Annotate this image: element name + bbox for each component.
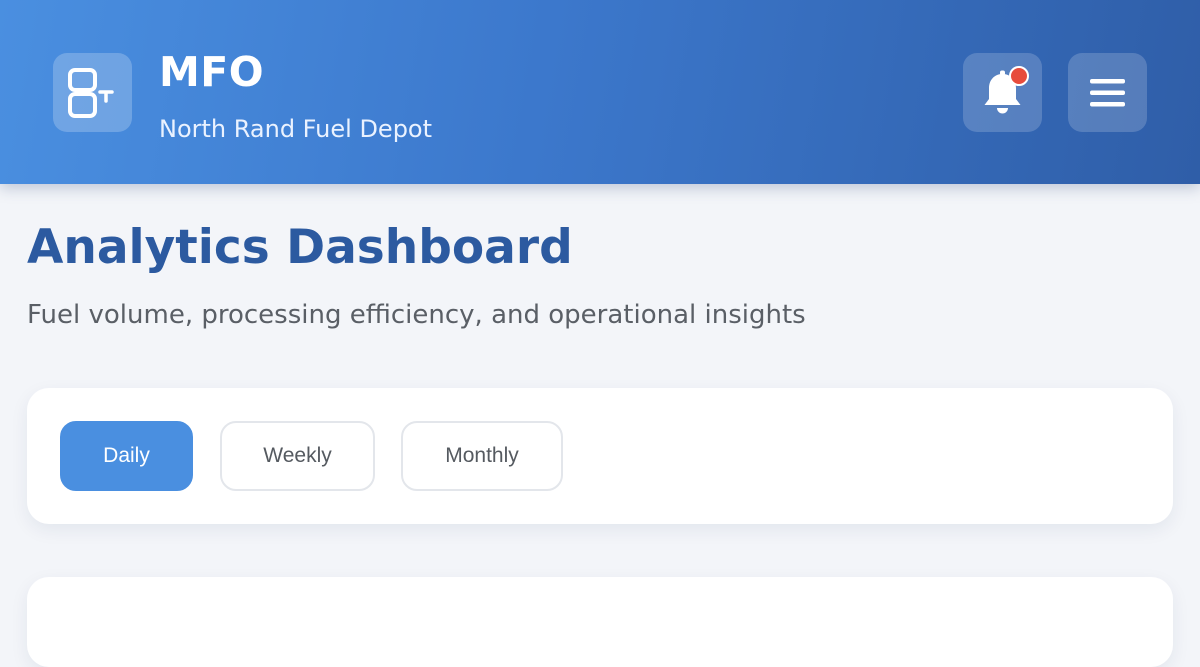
app-title: MFO — [159, 48, 265, 96]
notification-badge — [1009, 66, 1029, 86]
fuel-logo-icon — [53, 53, 132, 132]
page-subtitle: Fuel volume, processing efficiency, and … — [27, 300, 806, 330]
filter-daily-button[interactable]: Daily — [60, 421, 193, 491]
period-filter-card: Daily Weekly Monthly — [27, 388, 1173, 524]
page-title: Analytics Dashboard — [27, 220, 573, 275]
app-header: MFO North Rand Fuel Depot — [0, 0, 1200, 184]
filter-weekly-button[interactable]: Weekly — [220, 421, 375, 491]
menu-button[interactable] — [1068, 53, 1147, 132]
filter-monthly-button[interactable]: Monthly — [401, 421, 563, 491]
notifications-button[interactable] — [963, 53, 1042, 132]
analytics-content-card — [27, 577, 1173, 667]
bell-icon — [984, 70, 1021, 114]
hamburger-menu-icon — [1090, 79, 1125, 107]
depot-name: North Rand Fuel Depot — [159, 115, 433, 143]
